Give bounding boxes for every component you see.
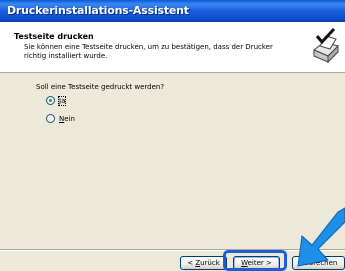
page-subtitle: Sie können eine Testseite drucken, um zu…	[24, 43, 273, 60]
radio-yes[interactable]	[46, 96, 55, 105]
radio-option-yes[interactable]: Ja	[46, 95, 67, 106]
radio-no[interactable]	[46, 114, 55, 123]
radio-no-label[interactable]: Nein	[59, 115, 75, 123]
next-button-highlight	[223, 250, 287, 271]
wizard-header: Testseite drucken Sie können eine Testse…	[0, 22, 345, 73]
wizard-window: Druckerinstallations-Assistent Testseite…	[0, 0, 345, 271]
title-bar[interactable]: Druckerinstallations-Assistent	[0, 0, 345, 22]
printer-check-icon	[313, 28, 339, 64]
question-text: Soll eine Testseite gedruckt werden?	[36, 83, 165, 91]
arrow-pointer-icon	[297, 207, 345, 267]
back-button[interactable]: < Zurück	[180, 256, 227, 270]
radio-yes-label[interactable]: Ja	[57, 95, 67, 106]
radio-option-no[interactable]: Nein	[46, 114, 75, 123]
window-title: Druckerinstallations-Assistent	[7, 4, 189, 17]
page-title: Testseite drucken	[14, 32, 94, 41]
